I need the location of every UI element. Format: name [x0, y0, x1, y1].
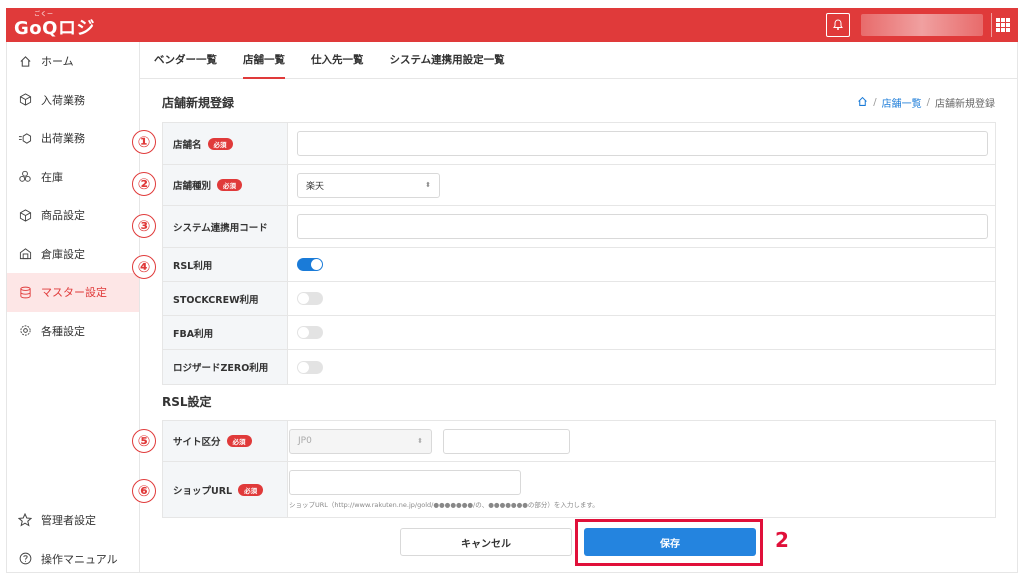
- star-icon: [17, 512, 33, 528]
- shop-url-label: ショップURL 必須: [163, 462, 288, 517]
- tab-bar: ベンダー一覧 店舗一覧 仕入先一覧 システム連携用設定一覧: [140, 42, 1017, 79]
- store-type-label: 店舗種別 必須: [163, 165, 288, 205]
- site-type-row: サイト区分 必須 JP0 ⬍: [163, 421, 995, 462]
- annotation-2: ②: [132, 172, 156, 196]
- system-code-input[interactable]: [297, 214, 988, 239]
- sidebar-item-label: ホーム: [41, 55, 74, 69]
- sidebar-item-master-settings[interactable]: マスター設定: [7, 273, 139, 312]
- sidebar-item-label: 在庫: [41, 170, 63, 184]
- cancel-button[interactable]: キャンセル: [400, 528, 572, 556]
- store-name-label: 店舗名 必須: [163, 123, 288, 164]
- sidebar-item-warehouse-settings[interactable]: 倉庫設定: [7, 235, 139, 274]
- sidebar-item-label: 各種設定: [41, 324, 85, 338]
- rsl-toggle[interactable]: [297, 258, 323, 271]
- sidebar-item-admin-settings[interactable]: 管理者設定: [7, 501, 141, 540]
- store-name-row: 店舗名 必須: [163, 123, 995, 165]
- fba-toggle[interactable]: [297, 326, 323, 339]
- logizard-row: ロジザードZERO利用: [163, 350, 995, 384]
- shop-url-input[interactable]: [289, 470, 521, 495]
- tab-vendors[interactable]: ベンダー一覧: [154, 42, 217, 79]
- select-arrows-icon: ⬍: [425, 181, 431, 189]
- rsl-settings-title: RSL設定: [162, 395, 212, 409]
- app-grid-icon[interactable]: [991, 13, 1013, 37]
- app-logo[interactable]: ごくー GoQロジ: [14, 11, 95, 40]
- select-arrows-icon: ⬍: [417, 437, 423, 445]
- logo-text: GoQロジ: [14, 18, 95, 39]
- breadcrumb-home-icon[interactable]: [857, 96, 868, 110]
- site-type-select[interactable]: JP0 ⬍: [289, 428, 432, 454]
- stockcrew-label: STOCKCREW利用: [163, 282, 288, 315]
- sidebar-item-label: マスター設定: [41, 286, 107, 300]
- user-account-box[interactable]: [861, 14, 983, 36]
- help-icon: [17, 551, 33, 567]
- shop-url-row: ショップURL 必須 ショップURL（http://www.rakuten.ne.…: [163, 462, 995, 517]
- store-type-select[interactable]: 楽天 ⬍: [297, 172, 440, 198]
- annotation-5: ⑤: [132, 429, 156, 453]
- fba-label: FBA利用: [163, 316, 288, 349]
- page-title: 店舗新規登録: [162, 96, 235, 110]
- gear-icon: [17, 323, 33, 339]
- rsl-row: RSL利用: [163, 248, 995, 282]
- breadcrumb-current: 店舗新規登録: [935, 99, 995, 110]
- sidebar-item-label: 管理者設定: [41, 514, 96, 528]
- rsl-settings-form: サイト区分 必須 JP0 ⬍ ショップURL 必須 ショップURL（http://ww…: [162, 420, 996, 518]
- rsl-label: RSL利用: [163, 248, 288, 281]
- step-number-label: 2: [775, 528, 789, 552]
- annotation-3: ③: [132, 214, 156, 238]
- shop-url-hint: ショップURL（http://www.rakuten.ne.jp/gold/●●…: [289, 501, 599, 509]
- sidebar-item-product-settings[interactable]: 商品設定: [7, 196, 139, 235]
- logizard-toggle[interactable]: [297, 360, 323, 374]
- main-content: ベンダー一覧 店舗一覧 仕入先一覧 システム連携用設定一覧 店舗新規登録 / 店…: [132, 42, 1018, 573]
- breadcrumb-separator: /: [926, 97, 930, 108]
- store-form: 店舗名 必須 店舗種別 必須 楽天 ⬍ システム連携用コード RSL利用 STOCKC…: [162, 122, 996, 385]
- sidebar-item-label: 入荷業務: [41, 93, 85, 107]
- required-badge: 必須: [238, 483, 264, 496]
- site-type-label: サイト区分 必須: [163, 421, 288, 461]
- sidebar-bottom: 管理者設定 操作マニュアル: [7, 501, 141, 578]
- sidebar-item-outbound[interactable]: 出荷業務: [7, 119, 139, 158]
- required-badge: 必須: [217, 179, 243, 191]
- sidebar-item-inventory[interactable]: 在庫: [7, 158, 139, 197]
- breadcrumb: / 店舗一覧 / 店舗新規登録: [857, 95, 995, 110]
- sidebar-item-inbound[interactable]: 入荷業務: [7, 81, 139, 120]
- sidebar-item-manual[interactable]: 操作マニュアル: [7, 540, 141, 579]
- sidebar-item-home[interactable]: ホーム: [7, 42, 139, 81]
- breadcrumb-separator: /: [873, 97, 877, 108]
- save-button[interactable]: 保存: [584, 528, 756, 556]
- tab-system-integration[interactable]: システム連携用設定一覧: [390, 42, 505, 79]
- system-code-row: システム連携用コード: [163, 206, 995, 248]
- fba-row: FBA利用: [163, 316, 995, 350]
- sidebar-item-label: 商品設定: [41, 209, 85, 223]
- logizard-label: ロジザードZERO利用: [163, 350, 288, 384]
- sidebar-item-general-settings[interactable]: 各種設定: [7, 312, 139, 351]
- warehouse-icon: [17, 246, 33, 262]
- top-bar: ごくー GoQロジ: [6, 8, 1018, 42]
- sidebar-item-label: 出荷業務: [41, 132, 85, 146]
- site-type-input[interactable]: [443, 428, 570, 454]
- sidebar-item-label: 倉庫設定: [41, 247, 85, 261]
- notification-bell-icon[interactable]: [826, 13, 850, 37]
- inbound-icon: [17, 92, 33, 108]
- stockcrew-toggle[interactable]: [297, 292, 323, 305]
- tab-stores[interactable]: 店舗一覧: [243, 42, 285, 79]
- annotation-6: ⑥: [132, 479, 156, 503]
- sidebar-item-label: 操作マニュアル: [41, 552, 118, 566]
- store-name-input[interactable]: [297, 131, 988, 156]
- tab-suppliers[interactable]: 仕入先一覧: [311, 42, 364, 79]
- outbound-icon: [17, 130, 33, 146]
- annotation-4: ④: [132, 255, 156, 279]
- required-badge: 必須: [226, 435, 252, 447]
- sidebar: ホーム 入荷業務 出荷業務 在庫 商品設定 倉庫設定 マスター設定 各種設定 管…: [6, 42, 140, 573]
- required-badge: 必須: [207, 137, 233, 150]
- stockcrew-row: STOCKCREW利用: [163, 282, 995, 316]
- store-type-row: 店舗種別 必須 楽天 ⬍: [163, 165, 995, 206]
- database-icon: [17, 284, 33, 300]
- inventory-icon: [17, 169, 33, 185]
- system-code-label: システム連携用コード: [163, 206, 288, 247]
- home-icon: [17, 53, 33, 69]
- breadcrumb-store-list-link[interactable]: 店舗一覧: [882, 95, 922, 110]
- box-icon: [17, 207, 33, 223]
- annotation-1: ①: [132, 130, 156, 154]
- logo-ruby: ごくー: [34, 11, 54, 18]
